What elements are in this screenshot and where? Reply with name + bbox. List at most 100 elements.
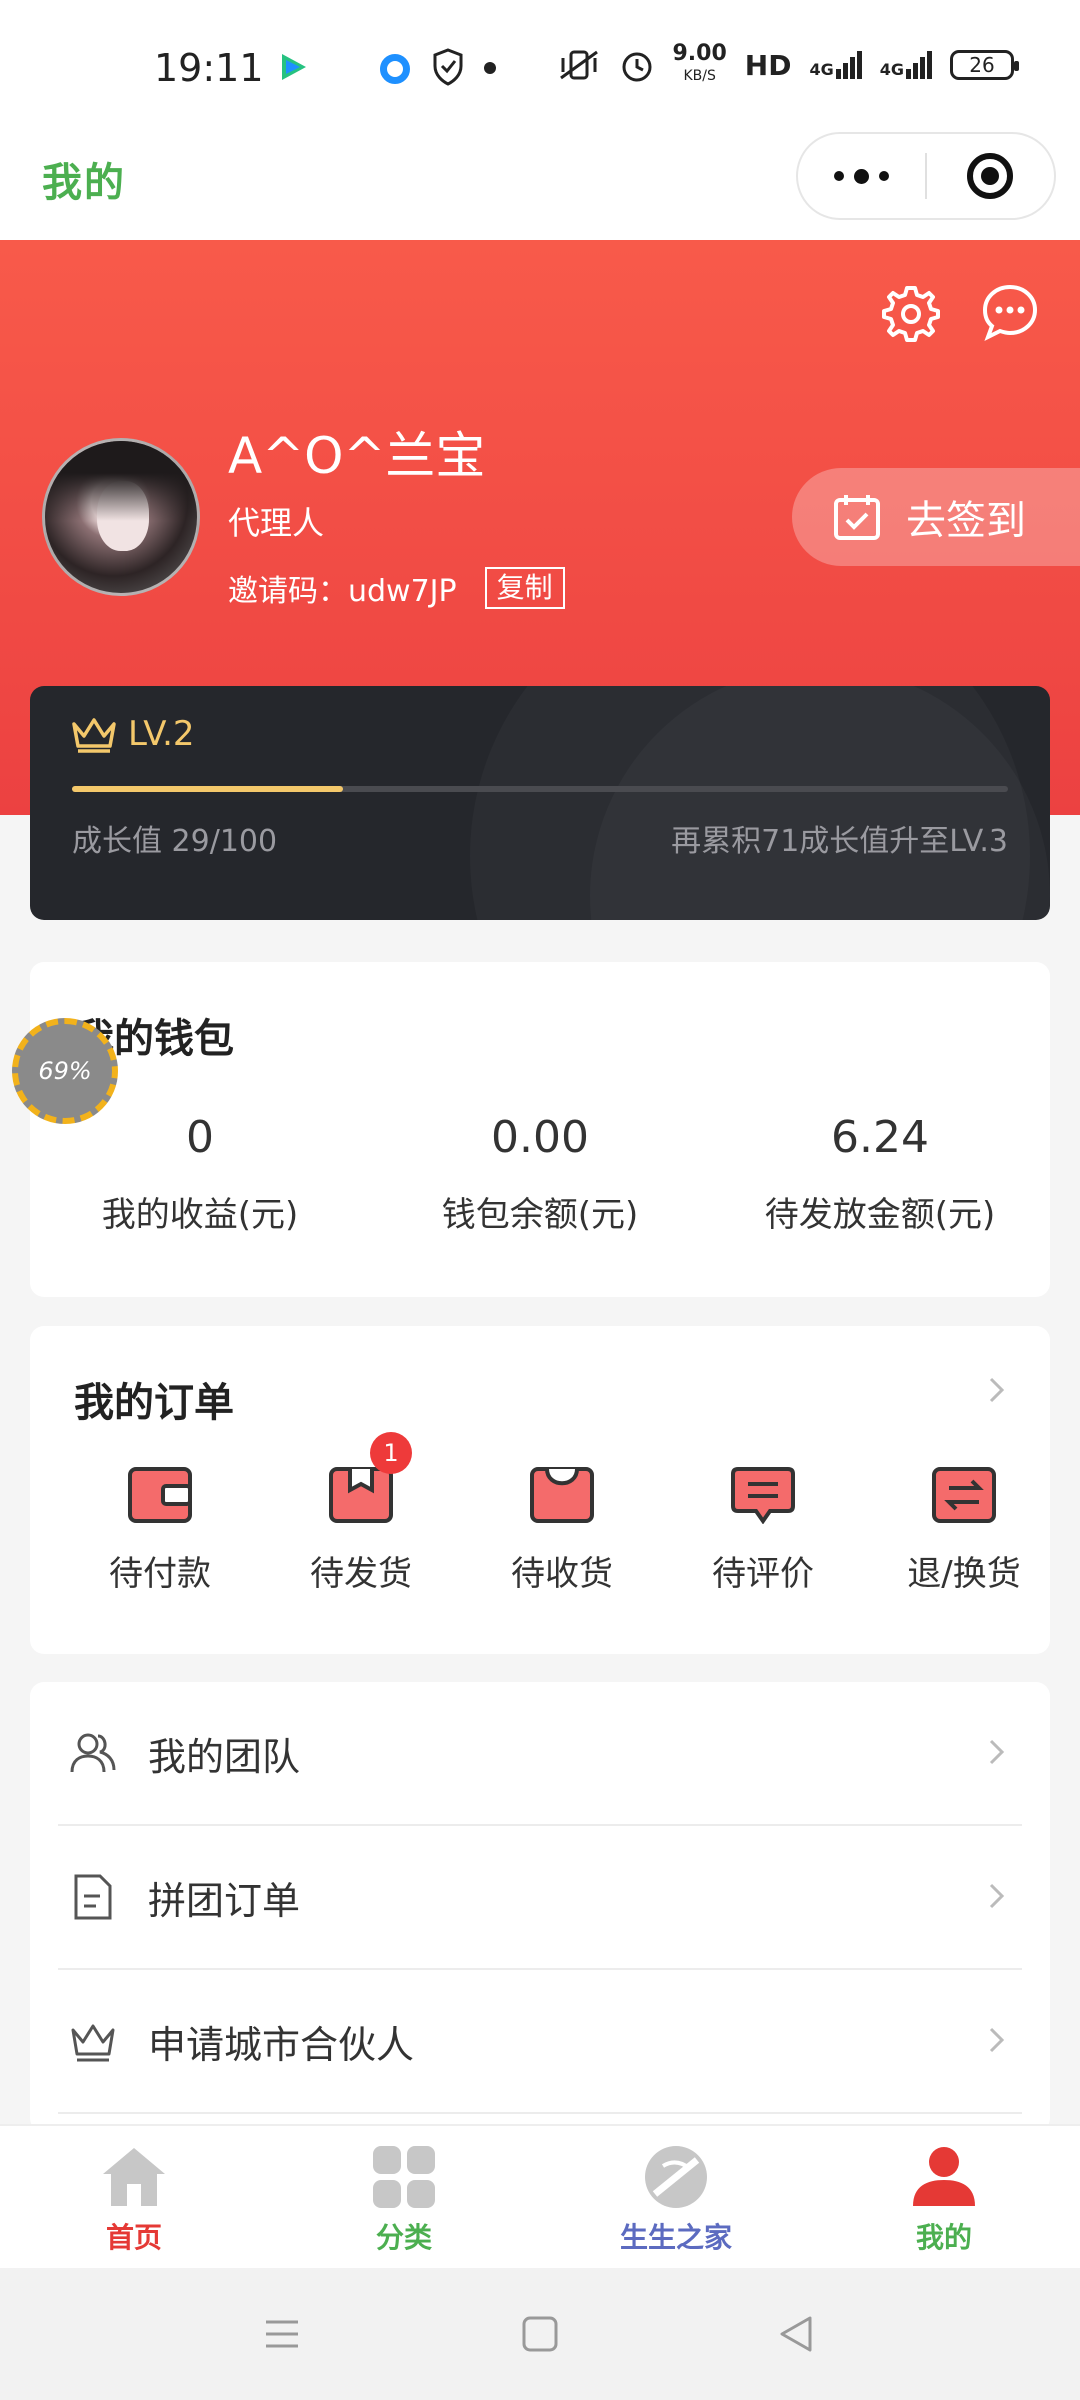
menu-card: 我的团队 拼团订单 申请城市合伙人 [30,1682,1050,2132]
system-navigation-bar [0,2268,1080,2400]
signin-label: 去签到 [906,498,1026,544]
tab-label: 生生之家 [619,2221,732,2254]
level-progress-track [72,786,1008,792]
tab-home-community[interactable]: 生生之家 [576,2142,776,2256]
miniprogram-capsule [796,132,1056,220]
menu-label: 拼团订单 [148,1878,301,1923]
more-button[interactable] [798,168,925,184]
order-pending-payment[interactable]: 待付款 [60,1466,260,1595]
more-dot-icon [834,171,844,181]
chevron-right-icon[interactable] [982,1376,1010,1404]
order-label: 待收货 [511,1554,613,1594]
signin-button[interactable]: 去签到 [792,468,1080,566]
hd-indicator: HD [744,48,792,82]
home-square-icon[interactable] [518,2312,562,2356]
calendar-check-icon [834,495,880,540]
back-icon[interactable] [774,2312,818,2356]
order-label: 退/换货 [907,1554,1021,1594]
wallet-balance[interactable]: 0.00 钱包余额(元) [370,1112,710,1236]
menu-item-city-partner[interactable]: 申请城市合伙人 [58,1970,1022,2114]
wallet-value: 0.00 [491,1112,589,1163]
net-speed: 9.00 KB/S [672,41,727,85]
wallet-icon [127,1466,193,1524]
exchange-icon [931,1466,997,1524]
status-time: 19:11 [154,46,264,90]
tab-mine[interactable]: 我的 [844,2142,1044,2256]
chevron-right-icon [989,1739,1005,1765]
tab-category[interactable]: 分类 [304,2142,504,2256]
wallet-pending[interactable]: 6.24 待发放金额(元) [710,1112,1050,1236]
menu-item-team[interactable]: 我的团队 [58,1682,1022,1826]
grid-icon [373,2146,435,2208]
order-pending-receipt[interactable]: 待收货 [462,1466,662,1595]
crown-icon [71,2024,115,2062]
signal-1: 4G [809,51,862,79]
browser-app-icon [380,54,410,84]
growth-value: 成长值 29/100 [72,824,278,859]
user-icon [913,2147,975,2206]
user-name: A^O^兰宝 [228,427,486,485]
invite-code: 邀请码：udw7JP [228,574,457,609]
order-label: 待发货 [310,1554,412,1594]
close-miniprogram-button[interactable] [927,153,1054,199]
box-icon: 1 [328,1432,412,1524]
tab-bar: 首页 分类 生生之家 我的 [0,2124,1080,2268]
tab-label: 我的 [915,2221,972,2254]
menu-item-group-orders[interactable]: 拼团订单 [58,1826,1022,1970]
order-label: 待评价 [712,1554,814,1594]
tab-home[interactable]: 首页 [34,2142,234,2256]
menu-label: 申请城市合伙人 [148,2022,415,2067]
copy-button[interactable]: 复制 [484,567,565,609]
order-pending-shipment[interactable]: 1 待发货 [261,1432,461,1595]
wallet-card: 我的钱包 0 我的收益(元) 0.00 钱包余额(元) 6.24 待发放金额(元… [30,962,1050,1297]
chevron-right-icon [989,1883,1005,1909]
team-icon [70,1733,116,1773]
tab-label: 首页 [105,2221,162,2254]
planet-icon [645,2146,707,2208]
wallet-income[interactable]: 0 我的收益(元) [30,1112,370,1236]
video-app-icon [282,54,306,80]
notification-dot [484,62,496,74]
document-icon [74,1874,112,1920]
wallet-value: 6.24 [831,1112,929,1163]
vibrate-icon [559,50,598,80]
order-refund[interactable]: 退/换货 [864,1466,1064,1595]
page-title: 我的 [42,160,126,206]
menu-icon[interactable] [260,2312,304,2356]
more-dot-icon [854,168,869,184]
level-progress-fill [72,786,344,792]
message-icon[interactable] [980,282,1040,342]
signal-2: 4G [880,51,932,79]
shield-icon [433,48,463,86]
status-right-icons: 9.00 KB/S HD 4G 4G 26 [557,40,1019,90]
order-pending-review[interactable]: 待评价 [663,1466,863,1595]
user-role: 代理人 [228,504,325,542]
more-dot-icon [879,171,889,181]
target-icon [967,153,1014,199]
level-label: LV.2 [128,714,195,754]
floating-progress-widget[interactable]: 69% [12,1018,118,1124]
bag-icon [529,1466,595,1524]
status-bar: 19:11 9.00 KB/S HD 4G 4G 26 [0,0,1080,130]
home-icon [103,2148,165,2206]
orders-title: 我的订单 [74,1380,234,1426]
alarm-icon [622,52,651,82]
crown-icon [72,718,116,753]
order-label: 待付款 [109,1554,211,1594]
chevron-right-icon [989,2027,1005,2053]
tab-label: 分类 [375,2221,432,2254]
invite-code-row: 邀请码：udw7JP 复制 [228,566,565,610]
battery-indicator: 26 [950,50,1019,80]
comment-icon [730,1466,796,1525]
avatar[interactable] [42,438,200,596]
level-card[interactable]: LV.2 成长值 29/100 再累积71成长值升至LV.3 [30,686,1050,920]
orders-card: 我的订单 待付款 1 待发货 待收货 待评价 退/换货 [30,1326,1050,1654]
wallet-label: 钱包余额(元) [441,1195,639,1235]
wallet-label: 我的收益(元) [101,1195,299,1235]
next-level-hint: 再累积71成长值升至LV.3 [671,824,1008,859]
wallet-label: 待发放金额(元) [764,1195,996,1235]
gear-icon[interactable] [880,282,940,342]
menu-label: 我的团队 [148,1734,301,1779]
level-badge: LV.2 [70,714,195,754]
order-badge: 1 [370,1432,412,1474]
